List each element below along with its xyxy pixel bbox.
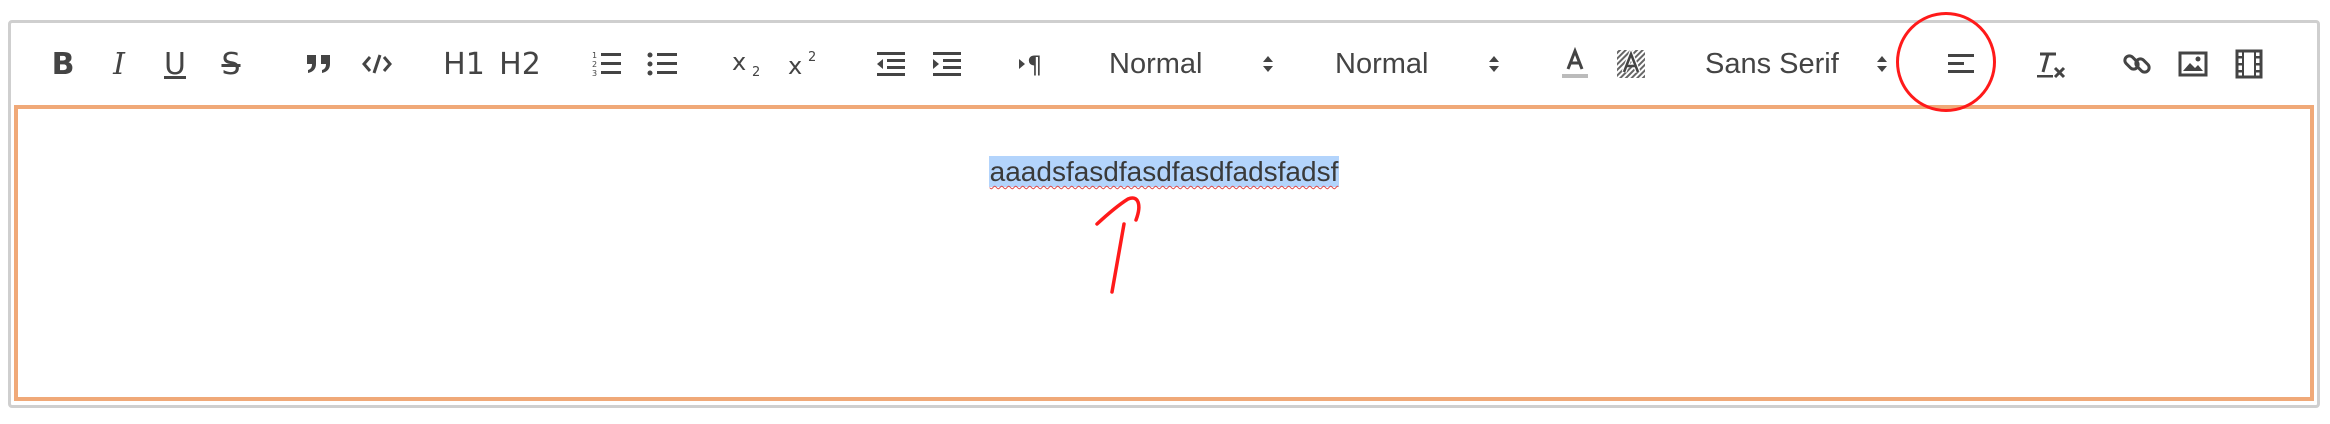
- indent-button[interactable]: [925, 23, 969, 105]
- image-button[interactable]: [2171, 23, 2215, 105]
- indent-icon: [933, 52, 961, 76]
- clear-formatting-button[interactable]: [2029, 23, 2073, 105]
- picker-arrows-icon: [1261, 23, 1275, 105]
- video-icon: [2235, 49, 2263, 79]
- background-color-icon: [1617, 48, 1645, 78]
- rtl-direction-icon: ¶: [1019, 51, 1042, 78]
- header-2-label: H2: [499, 46, 541, 82]
- svg-text:2: 2: [592, 60, 597, 69]
- italic-button[interactable]: I: [99, 23, 139, 105]
- font-color-icon: [1562, 47, 1588, 78]
- svg-text:x: x: [788, 52, 802, 79]
- annotation-arrow: [1095, 196, 1141, 294]
- underline-button[interactable]: U: [155, 23, 195, 105]
- underline-icon: U: [164, 46, 186, 82]
- header-1-button[interactable]: H1: [439, 23, 489, 105]
- link-button[interactable]: [2115, 23, 2159, 105]
- quote-icon: [307, 55, 330, 73]
- svg-text:3: 3: [592, 69, 597, 78]
- svg-text:¶: ¶: [1027, 51, 1042, 78]
- header-1-label: H1: [443, 46, 485, 82]
- strikethrough-icon: S: [221, 46, 241, 82]
- italic-icon: I: [113, 46, 125, 82]
- svg-text:2: 2: [752, 65, 760, 79]
- svg-text:2: 2: [808, 50, 816, 65]
- background-color-button[interactable]: [1609, 23, 1653, 105]
- header-picker-label: Normal: [1335, 47, 1429, 80]
- annotation-circle: [1896, 12, 1996, 112]
- subscript-icon: x 2: [732, 49, 760, 79]
- size-picker[interactable]: Normal: [1109, 23, 1289, 105]
- font-picker[interactable]: Sans Serif: [1705, 23, 1895, 105]
- image-icon: [2178, 51, 2208, 77]
- superscript-button[interactable]: x 2: [783, 23, 827, 105]
- size-picker-label: Normal: [1109, 47, 1203, 80]
- svg-text:1: 1: [592, 51, 597, 60]
- clear-formatting-icon: [2037, 52, 2066, 79]
- header-2-button[interactable]: H2: [495, 23, 545, 105]
- superscript-icon: x 2: [788, 50, 816, 79]
- text-direction-button[interactable]: ¶: [1011, 23, 1059, 105]
- font-picker-label: Sans Serif: [1705, 47, 1839, 80]
- bold-icon: B: [51, 46, 75, 82]
- bullet-list-icon: [647, 52, 677, 76]
- outdent-button[interactable]: [869, 23, 913, 105]
- svg-text:x: x: [732, 49, 746, 76]
- outdent-icon: [877, 52, 905, 76]
- link-icon: [2123, 54, 2151, 74]
- code-block-button[interactable]: [355, 23, 399, 105]
- bullet-list-button[interactable]: [641, 23, 685, 105]
- editor-paragraph[interactable]: aaadsfasdfasdfasdfadsfadsf: [18, 155, 2310, 189]
- selected-text[interactable]: aaadsfasdfasdfasdfadsfadsf: [988, 156, 1340, 187]
- ordered-list-icon: 1 2 3: [592, 51, 621, 78]
- picker-arrows-icon: [1875, 23, 1889, 105]
- blockquote-button[interactable]: [297, 23, 341, 105]
- video-button[interactable]: [2227, 23, 2271, 105]
- code-icon: [362, 54, 392, 74]
- subscript-button[interactable]: x 2: [727, 23, 771, 105]
- picker-arrows-icon: [1487, 23, 1501, 105]
- strikethrough-button[interactable]: S: [211, 23, 251, 105]
- header-picker[interactable]: Normal: [1335, 23, 1515, 105]
- text-color-button[interactable]: [1553, 23, 1597, 105]
- bold-button[interactable]: B: [43, 23, 83, 105]
- ordered-list-button[interactable]: 1 2 3: [585, 23, 629, 105]
